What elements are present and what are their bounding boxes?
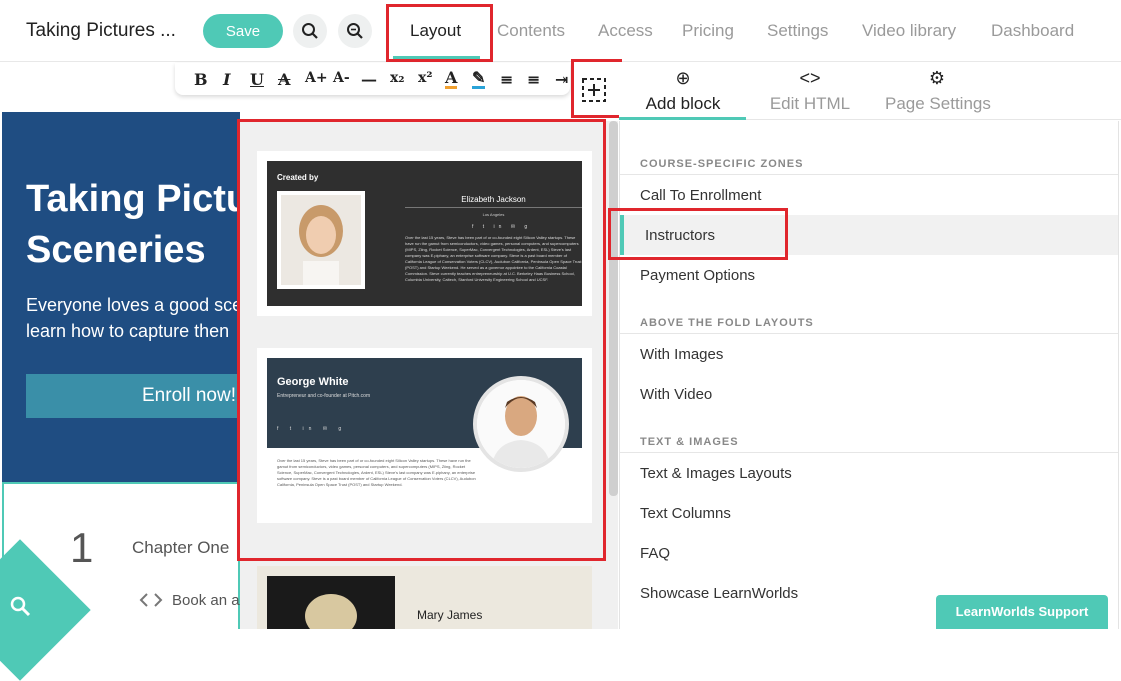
search-icon [302,23,318,39]
active-side-tab-indicator [619,117,746,120]
add-block-icon[interactable] [581,77,607,103]
strikethrough-button[interactable]: A [278,70,290,89]
tab-layout[interactable]: Layout [410,21,461,41]
top-bar: Taking Pictures ... Save Layout Contents… [0,0,1121,62]
block-with-images[interactable]: With Images [640,346,723,363]
hero-section: Taking Pictu Sceneries Everyone loves a … [2,112,240,482]
section-heading-text-images: TEXT & IMAGES [640,436,739,448]
plus-circle-icon: ⊕ [675,68,691,88]
zoom-out-button[interactable] [338,14,372,48]
created-by-label: Created by [277,173,319,182]
numbered-list-button[interactable]: ≡ [527,70,540,89]
enroll-button[interactable]: Enroll now! [26,374,240,418]
text-color-button[interactable]: A [445,70,458,89]
instructor-2-photo [473,376,569,472]
bold-button[interactable]: B [194,70,208,89]
tab-contents[interactable]: Contents [497,21,565,41]
tab-pricing[interactable]: Pricing [682,21,734,41]
zoom-out-icon [347,23,363,39]
instructor-template-3[interactable]: Mary James [257,566,592,629]
underline-button[interactable]: U [250,70,264,89]
tab-page-settings[interactable]: ⚙ Page Settings [885,66,991,114]
tab-add-block[interactable]: ⊕ Add block [643,66,723,114]
active-tab-indicator [393,56,480,59]
block-showcase-learnworlds[interactable]: Showcase LearnWorlds [640,585,798,602]
divider [620,174,1118,175]
instructor-photo [477,380,565,468]
gear-icon: ⚙ [928,68,946,88]
divider [620,333,1118,334]
save-button[interactable]: Save [203,14,283,48]
section-heading-course-specific: COURSE-SPECIFIC ZONES [640,158,804,170]
superscript-button[interactable]: x² [418,70,432,86]
template-3-photo [267,576,395,629]
tab-edit-html-label: Edit HTML [769,94,851,113]
font-size-up-button[interactable]: A+ [305,70,328,86]
subscript-button[interactable]: x₂ [390,70,404,86]
tab-video-library[interactable]: Video library [862,21,956,41]
tab-add-block-label: Add block [645,94,721,113]
tab-dashboard[interactable]: Dashboard [991,21,1074,41]
block-payment-options[interactable]: Payment Options [640,267,755,284]
social-icons: f t in ✉ g [472,224,532,230]
section-heading-above-fold: ABOVE THE FOLD LAYOUTS [640,317,814,329]
instructor-3-name: Mary James [417,608,483,622]
instructor-photo [267,576,395,629]
block-text-images-layouts[interactable]: Text & Images Layouts [640,465,792,482]
block-instructors[interactable]: Instructors [645,227,715,244]
hero-title-line-1: Taking Pictu [26,178,240,220]
instructor-photo-frame [277,191,365,289]
highlight-color-button[interactable]: ✎ [472,70,486,89]
preview-scrollbar[interactable] [609,121,618,496]
course-title[interactable]: Taking Pictures ... [26,20,176,42]
template-1-background: Created by Elizabeth Jackson Los Angeles… [267,161,582,306]
tab-page-settings-label: Page Settings [885,94,991,113]
divider [405,207,582,208]
side-panel-tabs: ⊕ Add block <> Edit HTML ⚙ Page Settings [619,62,1121,120]
indent-button[interactable]: ⇥ [555,70,568,89]
block-text-columns[interactable]: Text Columns [640,505,731,522]
italic-button[interactable]: I [223,70,230,89]
hero-subtitle-line-1: Everyone loves a good sce [26,295,240,315]
instructor-template-1[interactable]: Created by Elizabeth Jackson Los Angeles… [257,151,592,316]
bullet-list-button[interactable]: ≡ [500,70,513,89]
hero-subtitle: Everyone loves a good sce learn how to c… [26,292,240,344]
chapter-item[interactable]: Book an ap [172,592,248,609]
hero-title-line-2: Sceneries [26,229,206,271]
instructor-template-2[interactable]: George White Entrepreneur and co-founder… [257,348,592,523]
search-button[interactable] [293,14,327,48]
instructor-2-name: George White [277,376,349,388]
instructor-2-role: Entrepreneur and co-founder at Pitch.com [277,393,371,399]
font-size-down-button[interactable]: A- [333,70,350,86]
hero-title[interactable]: Taking Pictu Sceneries [26,174,240,276]
instructor-1-name: Elizabeth Jackson [461,195,526,204]
block-call-to-enrollment[interactable]: Call To Enrollment [640,187,761,204]
block-faq[interactable]: FAQ [640,545,670,562]
code-icon: <> [799,68,821,88]
block-preview-panel: Created by Elizabeth Jackson Los Angeles… [240,121,618,629]
search-icon [10,596,31,617]
instructor-photo [281,195,361,285]
block-list: COURSE-SPECIFIC ZONES Call To Enrollment… [619,121,1119,629]
tab-access[interactable]: Access [598,21,653,41]
support-button[interactable]: LearnWorlds Support [936,595,1108,629]
formatting-toolbar: B I U A A+ A- — x₂ x² A ✎ ≡ ≡ ⇥ [175,63,570,95]
instructor-1-bio: Over the last 15 years, Steve has been p… [405,235,582,282]
social-icons: f t in ✉ g [277,426,347,432]
tab-settings[interactable]: Settings [767,21,828,41]
divider [620,452,1118,453]
chapter-number: 1 [70,524,94,571]
chapter-title[interactable]: Chapter One [132,538,229,558]
tab-edit-html[interactable]: <> Edit HTML [769,66,851,114]
instructor-1-location: Los Angeles [482,212,505,217]
block-with-video[interactable]: With Video [640,386,712,403]
horizontal-line-button[interactable]: — [361,70,377,89]
hero-subtitle-line-2: learn how to capture then [26,321,230,341]
instructor-2-bio: Over the last 15 years, Steve has been p… [277,458,476,487]
code-icon [139,593,163,607]
